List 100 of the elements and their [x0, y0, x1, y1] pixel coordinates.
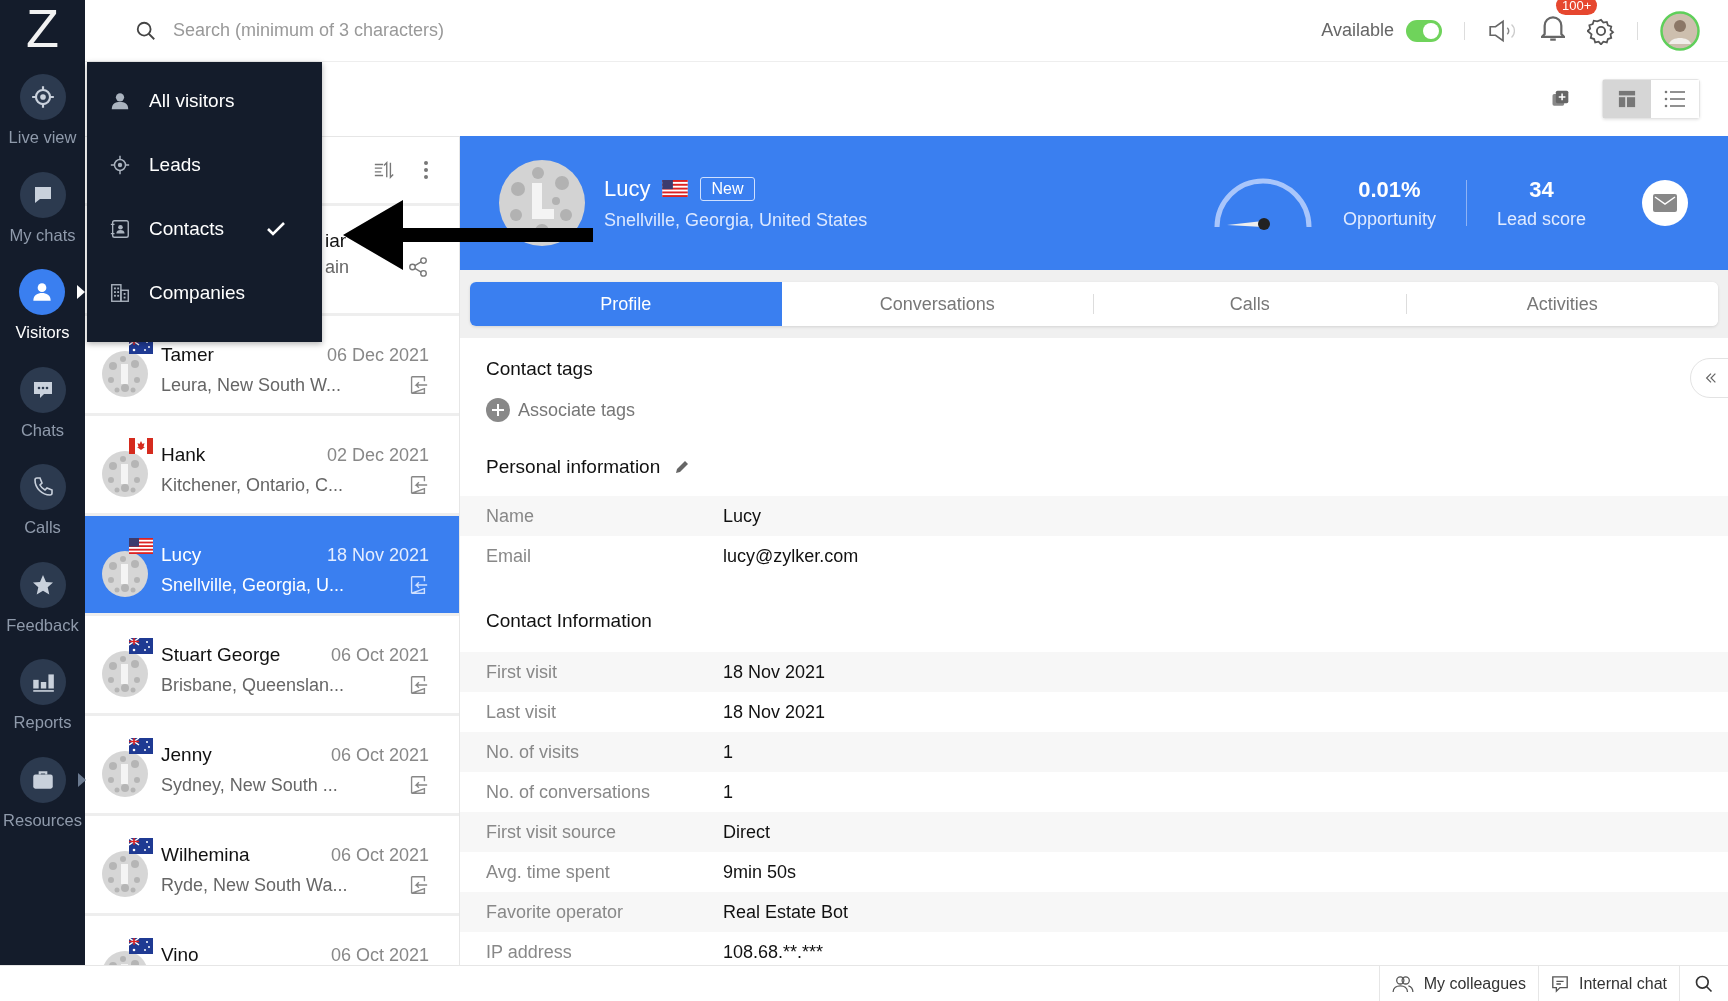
- visitor-row[interactable]: Lucy 18 Nov 2021 Snellville, Georgia, U...: [85, 516, 459, 616]
- search-icon: [1694, 973, 1714, 994]
- field-label: Name: [486, 505, 535, 527]
- visitor-name: iar: [325, 230, 347, 252]
- visitor-location: Brisbane, Queenslan...: [161, 674, 345, 696]
- field-value: 108.68.**.***: [723, 941, 824, 963]
- sidebar-label: My chats: [9, 225, 76, 245]
- notification-count: 100+: [1556, 0, 1598, 15]
- sort-icon[interactable]: [373, 159, 395, 181]
- menu-item[interactable]: All visitors: [87, 69, 322, 133]
- sidebar-label: Reports: [13, 713, 72, 732]
- visitor-location: Ryde, New South Wa...: [161, 874, 348, 896]
- field-label: First visit: [486, 661, 558, 683]
- avatar-icon: [101, 850, 149, 898]
- menu-item[interactable]: Contacts: [87, 197, 322, 261]
- target-icon: [109, 154, 131, 176]
- status-label: Available: [1321, 20, 1394, 41]
- sidebar-label: Chats: [20, 420, 65, 440]
- list-view-button[interactable]: [1651, 80, 1699, 118]
- field-label: Email: [486, 545, 532, 567]
- tab[interactable]: Profile: [470, 282, 782, 326]
- flag-icon: [129, 738, 153, 754]
- field-value: Direct: [723, 821, 770, 843]
- sidebar-label: Resources: [3, 810, 82, 830]
- flag-icon: [129, 638, 153, 654]
- sidebar-button[interactable]: [19, 659, 66, 705]
- visitor-name: Lucy: [161, 544, 202, 566]
- visitor-location: Snellville, Georgia, U...: [161, 574, 345, 596]
- visit-date: 02 Dec 2021: [326, 444, 429, 466]
- email-button[interactable]: [1642, 180, 1688, 226]
- flag-icon: [129, 838, 153, 854]
- field-label: Avg. time spent: [486, 861, 611, 883]
- envelope-icon: [1653, 194, 1677, 212]
- visitor-location: Kitchener, Ontario, C...: [161, 474, 344, 496]
- share-icon[interactable]: [407, 256, 429, 278]
- field-value: 1: [723, 781, 733, 803]
- tab[interactable]: Conversations: [781, 282, 1093, 326]
- double-chevron-icon: [1704, 371, 1718, 385]
- contact-location: Snellville, Georgia, United States: [604, 209, 868, 231]
- field-value: 9min 50s: [723, 861, 797, 883]
- visit-date: 06 Oct 2021: [330, 844, 429, 866]
- flag-icon: [129, 438, 153, 454]
- visitor-location: Sydney, New South ...: [161, 774, 338, 796]
- settings-icon[interactable]: [1587, 16, 1615, 45]
- lead-score-label: Lead score: [1496, 208, 1586, 230]
- sidebar-label: Visitors: [15, 323, 70, 342]
- layout-view-button[interactable]: [1603, 80, 1651, 118]
- visitor-name: Jenny: [161, 744, 212, 766]
- sidebar-button[interactable]: [19, 269, 66, 315]
- sidebar-label: Feedback: [6, 615, 79, 635]
- search-icon: [135, 19, 157, 42]
- field-label: No. of conversations: [486, 781, 652, 803]
- add-icon[interactable]: [1550, 89, 1570, 109]
- visit-date: 06 Oct 2021: [330, 944, 429, 965]
- edit-icon[interactable]: [674, 459, 691, 475]
- flag-icon: [129, 538, 153, 554]
- field-label: No. of visits: [486, 741, 581, 763]
- visit-date: 06 Oct 2021: [330, 644, 429, 666]
- field-value: Lucy: [723, 505, 762, 527]
- tab[interactable]: Calls: [1094, 282, 1406, 326]
- field-value: Real Estate Bot: [723, 901, 849, 923]
- opportunity-label: Opportunity: [1342, 208, 1436, 230]
- contact-name: Lucy: [604, 175, 651, 202]
- visitor-name: Wilhemina: [161, 844, 250, 866]
- lead-score-value: 34: [1529, 176, 1554, 203]
- sidebar-button[interactable]: [19, 74, 66, 120]
- people-icon: [1391, 974, 1414, 993]
- field-value: 18 Nov 2021: [723, 701, 826, 723]
- avatar-icon: [101, 750, 149, 798]
- status-tag: New: [700, 176, 755, 201]
- opportunity-value: 0.01%: [1358, 176, 1421, 203]
- field-label: Last visit: [486, 701, 558, 723]
- person-icon: [109, 90, 131, 112]
- list-icon: [1664, 90, 1686, 108]
- flag-icon: [662, 180, 689, 197]
- layout-icon: [1618, 90, 1636, 108]
- more-options-icon[interactable]: [423, 160, 429, 180]
- field-label: IP address: [486, 941, 573, 963]
- menu-item[interactable]: Leads: [87, 133, 322, 197]
- tab[interactable]: Activities: [1406, 282, 1718, 326]
- avatar-icon: [101, 650, 149, 698]
- field-value: 18 Nov 2021: [723, 661, 826, 683]
- visitor-name: Hank: [161, 444, 206, 466]
- field-label: Favorite operator: [486, 901, 625, 923]
- visit-date: 06 Oct 2021: [330, 744, 429, 766]
- bell-icon[interactable]: [1541, 16, 1565, 41]
- availability-toggle[interactable]: [1406, 19, 1442, 42]
- field-value: 1: [723, 741, 733, 763]
- visitor-location: Leura, New South W...: [161, 374, 342, 396]
- chat-icon: [1550, 974, 1569, 993]
- sidebar-button[interactable]: [19, 464, 66, 510]
- app-logo[interactable]: Z: [26, 0, 59, 62]
- visit-date: 18 Nov 2021: [326, 544, 429, 566]
- visitor-name: Vino: [161, 944, 199, 965]
- section-title: Personal information: [486, 456, 661, 478]
- user-avatar[interactable]: [1660, 10, 1700, 51]
- avatar-icon: [101, 550, 149, 598]
- visit-date: 06 Dec 2021: [326, 344, 429, 366]
- search-field[interactable]: Search (minimum of 3 characters): [171, 19, 591, 42]
- associate-tags-button[interactable]: Associate tags: [486, 398, 636, 422]
